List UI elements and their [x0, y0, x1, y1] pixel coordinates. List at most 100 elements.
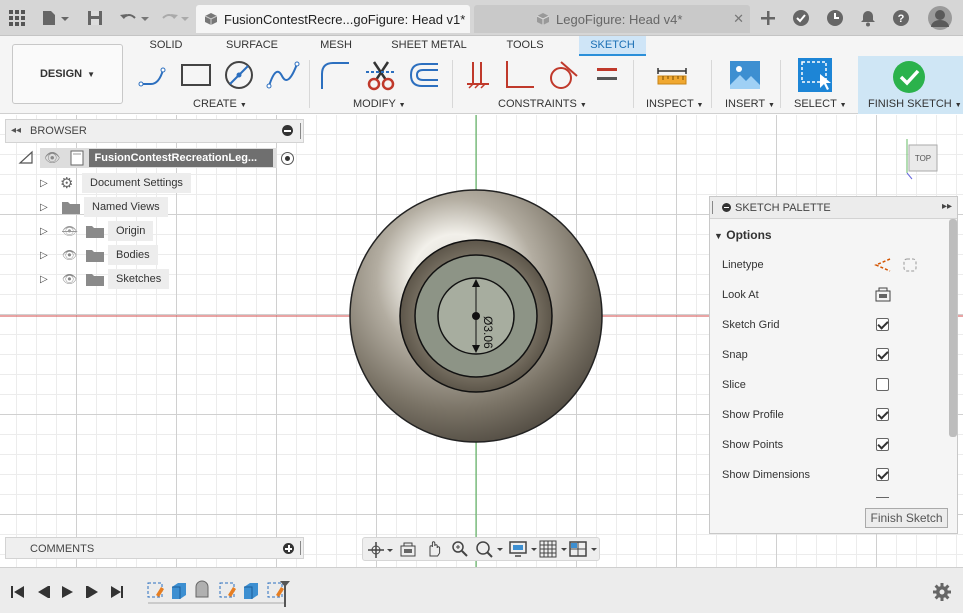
center-point[interactable] [472, 312, 480, 320]
job-status-icon[interactable] [824, 7, 846, 29]
go-to-start-icon[interactable] [11, 586, 24, 598]
sketch-feature-icon[interactable] [219, 582, 236, 598]
browser-item-document-settings[interactable]: ▷ ⚙ Document Settings [40, 173, 191, 193]
browser-item-origin[interactable]: ▷ 👁 Origin [40, 221, 154, 241]
revolve-feature-icon[interactable] [195, 580, 209, 598]
constraints-menu[interactable]: CONSTRAINTS ▼ [498, 98, 587, 110]
eye-icon[interactable]: 👁 [62, 272, 84, 286]
options-section-header[interactable]: ▼ Options [714, 228, 772, 242]
insert-menu[interactable]: INSERT ▼ [725, 98, 775, 110]
trim-tool-icon[interactable] [364, 58, 398, 92]
select-menu[interactable]: SELECT ▼ [794, 98, 847, 110]
zoom-icon[interactable] [451, 540, 469, 558]
expand-right-icon[interactable]: ▸▸ [942, 201, 952, 212]
expand-right-icon[interactable]: ▷ [40, 250, 56, 261]
browser-item-named-views[interactable]: ▷ Named Views [40, 197, 168, 217]
expand-right-icon[interactable]: ▷ [40, 226, 56, 237]
palette-scrollbar[interactable] [949, 219, 957, 437]
measure-tool-icon[interactable] [655, 58, 689, 92]
sketch-palette-header[interactable]: SKETCH PALETTE ▸▸ [710, 197, 957, 219]
spline-tool-icon[interactable] [266, 58, 300, 92]
insert-image-icon[interactable] [728, 58, 762, 92]
file-menu-icon[interactable] [40, 7, 70, 29]
inspect-menu[interactable]: INSPECT ▼ [646, 98, 703, 110]
perpendicular-constraint-icon[interactable] [502, 58, 536, 92]
comments-panel[interactable]: COMMENTS [5, 537, 304, 559]
orbit-icon[interactable] [367, 541, 393, 559]
tab-surface[interactable]: SURFACE [222, 36, 282, 56]
step-back-icon[interactable] [38, 586, 50, 598]
go-to-end-icon[interactable] [111, 586, 123, 598]
line-tool-icon[interactable] [137, 58, 171, 92]
tab-solid[interactable]: SOLID [140, 36, 192, 56]
tab-document-inactive[interactable]: LegoFigure: Head v4* ✕ [474, 5, 750, 33]
display-settings-icon[interactable] [509, 540, 539, 558]
step-forward-icon[interactable] [86, 586, 98, 598]
extensions-icon[interactable] [790, 7, 812, 29]
look-at-icon[interactable] [399, 541, 417, 559]
hidden-eye-icon[interactable]: 👁 [62, 224, 84, 238]
gear-icon[interactable] [932, 582, 952, 602]
show-profile-checkbox[interactable] [876, 408, 889, 421]
offset-tool-icon[interactable] [406, 58, 440, 92]
construction-linetype-icon[interactable] [874, 257, 892, 273]
sketch-grid-checkbox[interactable] [876, 318, 889, 331]
coincident-constraint-icon[interactable] [461, 58, 495, 92]
collapse-icon[interactable] [722, 203, 731, 212]
equal-constraint-icon[interactable] [590, 58, 624, 92]
expand-right-icon[interactable]: ▷ [40, 274, 56, 285]
browser-panel-header[interactable]: ◂◂ BROWSER [5, 119, 304, 143]
slice-checkbox[interactable] [876, 378, 889, 391]
new-tab-icon[interactable] [757, 7, 779, 29]
viewports-icon[interactable] [569, 540, 599, 558]
extrude-feature-icon[interactable] [244, 583, 258, 599]
select-tool-icon[interactable] [798, 58, 832, 92]
tab-sheet-metal[interactable]: SHEET METAL [388, 36, 470, 56]
activate-radio-icon[interactable] [280, 151, 294, 165]
tab-document-active[interactable]: FusionContestRecre...goFigure: Head v1* [196, 5, 470, 33]
finish-sketch-button[interactable]: FINISH SKETCH ▼ [858, 56, 963, 114]
centerline-linetype-icon[interactable] [901, 257, 919, 273]
sketch-feature-icon[interactable] [267, 582, 284, 598]
expand-right-icon[interactable]: ▷ [40, 178, 56, 189]
tab-tools[interactable]: TOOLS [500, 36, 550, 56]
panel-grip[interactable] [300, 123, 301, 139]
eye-icon[interactable]: 👁 [44, 150, 61, 166]
eye-icon[interactable]: 👁 [62, 248, 84, 262]
panel-grip[interactable] [712, 201, 713, 214]
view-cube[interactable]: TOP [900, 137, 944, 181]
snap-checkbox[interactable] [876, 348, 889, 361]
play-icon[interactable] [62, 586, 73, 598]
undo-icon[interactable] [118, 7, 150, 29]
circle-tool-icon[interactable] [222, 58, 256, 92]
help-icon[interactable]: ? [890, 7, 912, 29]
timeline-marker-line[interactable] [284, 585, 286, 607]
collapse-icon[interactable] [282, 125, 293, 136]
redo-icon[interactable] [158, 7, 190, 29]
rectangle-tool-icon[interactable] [179, 58, 213, 92]
grid-menu-icon[interactable] [6, 7, 28, 29]
zoom-window-icon[interactable] [475, 540, 505, 558]
close-icon[interactable]: ✕ [733, 11, 744, 27]
sketch-feature-icon[interactable] [147, 582, 164, 598]
browser-item-bodies[interactable]: ▷ 👁 Bodies [40, 245, 158, 265]
look-at-icon[interactable] [874, 287, 892, 303]
browser-root-item[interactable]: 👁 FusionContestRecreationLeg... [18, 148, 294, 168]
tangent-constraint-icon[interactable] [545, 58, 579, 92]
save-icon[interactable] [84, 7, 106, 29]
browser-item-sketches[interactable]: ▷ 👁 Sketches [40, 269, 170, 289]
notifications-icon[interactable] [857, 7, 879, 29]
fillet-tool-icon[interactable] [317, 58, 351, 92]
workspace-switcher-button[interactable]: DESIGN ▼ [12, 44, 123, 104]
diameter-dimension[interactable]: Ø3.06 [481, 316, 495, 349]
modify-menu[interactable]: MODIFY ▼ [353, 98, 406, 110]
create-menu[interactable]: CREATE ▼ [193, 98, 247, 110]
finish-sketch-menu[interactable]: FINISH SKETCH ▼ [868, 98, 962, 110]
finish-sketch-palette-button[interactable]: Finish Sketch [865, 508, 948, 528]
root-row[interactable]: 👁 FusionContestRecreationLeg... [40, 148, 277, 168]
avatar[interactable] [927, 5, 953, 31]
add-comment-icon[interactable] [283, 543, 294, 554]
tab-mesh[interactable]: MESH [312, 36, 360, 56]
pan-hand-icon[interactable] [425, 540, 443, 558]
expand-right-icon[interactable]: ▷ [40, 202, 56, 213]
